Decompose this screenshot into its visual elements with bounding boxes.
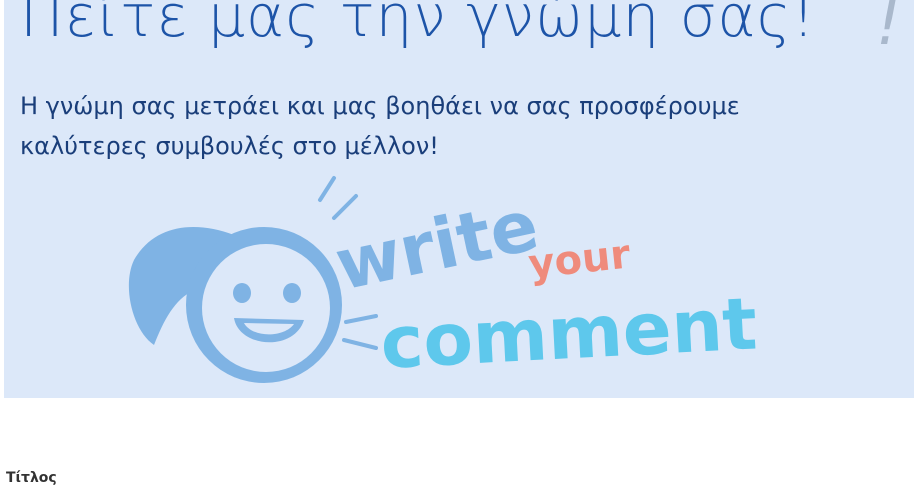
illustration-word-comment: comment xyxy=(378,281,759,385)
illustration-word-your: your xyxy=(526,232,632,288)
title-field-label: Τίτλος xyxy=(6,470,57,486)
girl-face-icon xyxy=(128,176,378,383)
illustration-word-write: write xyxy=(328,184,545,307)
write-your-comment-illustration: write your comment xyxy=(128,176,759,385)
feedback-banner: Πείτε μας την γνώμη σας! ! Η γνώμη σας μ… xyxy=(4,0,914,398)
